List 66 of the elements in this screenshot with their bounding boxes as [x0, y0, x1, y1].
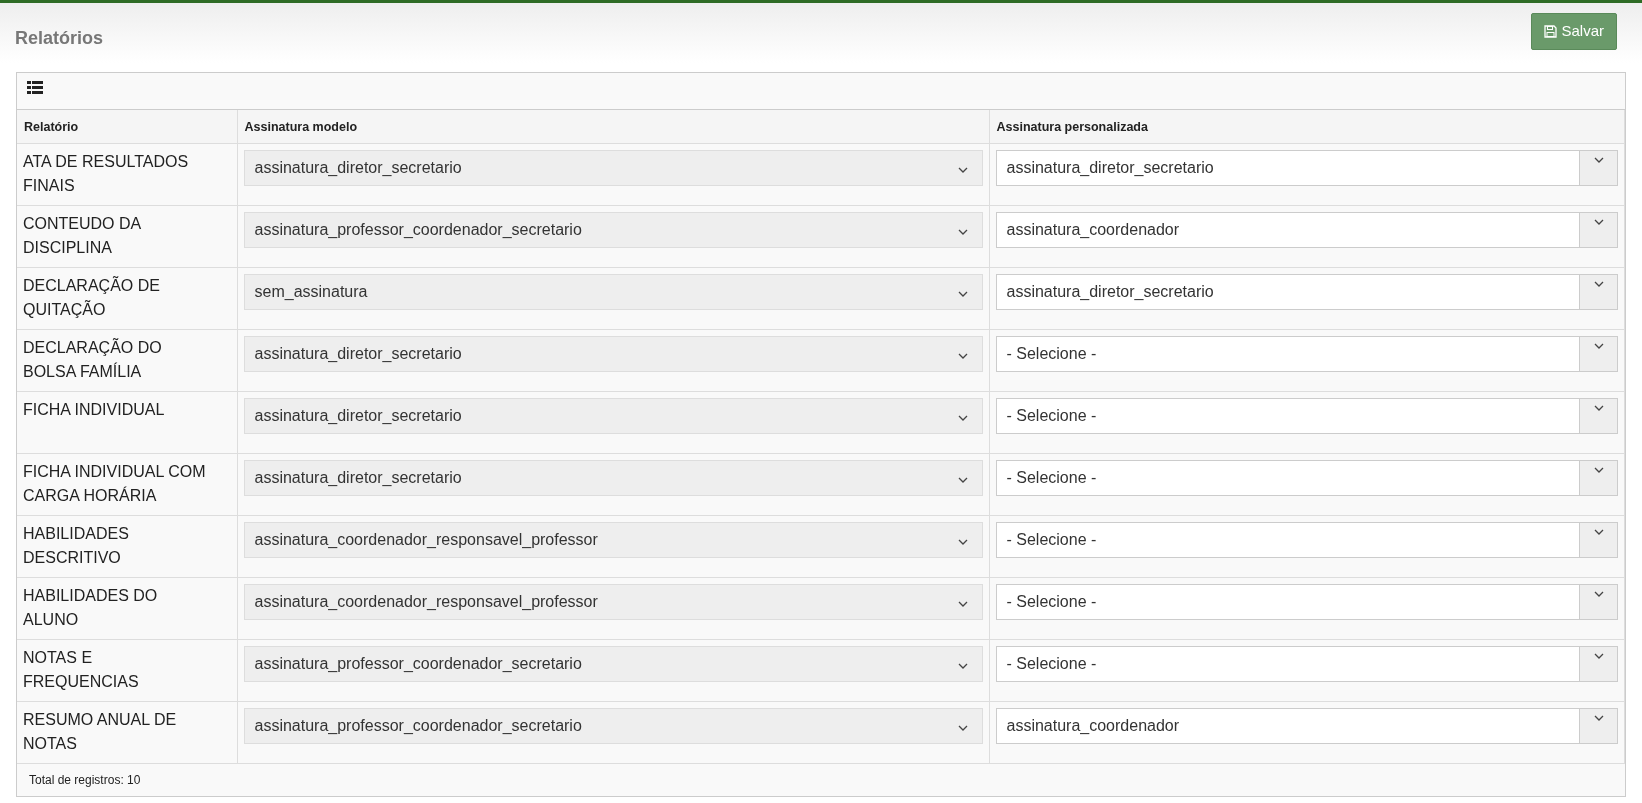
custom-signature-select[interactable]: assinatura_diretor_secretario — [995, 273, 1618, 310]
record-count: Total de registros: 10 — [28, 771, 142, 789]
list-icon — [27, 81, 43, 95]
dropdown-button[interactable] — [1579, 522, 1617, 557]
caret-icon — [957, 538, 968, 545]
caret-icon — [1593, 404, 1604, 411]
template-signature-select[interactable]: assinatura_diretor_secretario — [243, 459, 983, 496]
custom-signature-select[interactable]: - Selecione - — [995, 459, 1618, 496]
report-name: FICHA INDIVIDUAL — [17, 391, 237, 454]
template-signature-select[interactable]: assinatura_diretor_secretario — [243, 149, 983, 186]
template-signature-select[interactable]: sem_assinatura — [243, 273, 983, 310]
caret-icon — [957, 662, 968, 669]
dropdown-button[interactable] — [1579, 336, 1617, 371]
page-title: Relatórios — [15, 27, 104, 50]
caret-icon — [957, 290, 968, 297]
template-signature-select[interactable]: assinatura_diretor_secretario — [243, 397, 983, 434]
caret-icon — [957, 600, 968, 607]
custom-signature-select[interactable]: assinatura_diretor_secretario — [995, 149, 1618, 186]
custom-signature-select[interactable]: - Selecione - — [995, 397, 1618, 434]
dropdown-button[interactable] — [1579, 584, 1617, 619]
dropdown-button[interactable] — [1579, 150, 1617, 185]
custom-signature-select[interactable]: - Selecione - — [995, 583, 1618, 620]
template-signature-select[interactable]: assinatura_professor_coordenador_secretario — [243, 645, 983, 682]
caret-icon — [1593, 218, 1604, 225]
column-header: Relatório — [17, 110, 237, 144]
column-header: Assinatura personalizada — [989, 110, 1625, 144]
report-name: HABILIDADES DO ALUNO — [17, 577, 237, 640]
report-name: DECLARAÇÃO DO BOLSA FAMÍLIA — [17, 329, 237, 392]
report-name: HABILIDADES DESCRITIVO — [17, 515, 237, 578]
report-name: FICHA INDIVIDUAL COM CARGA HORÁRIA — [17, 453, 237, 516]
template-signature-select[interactable]: assinatura_diretor_secretario — [243, 335, 983, 372]
caret-icon — [1593, 652, 1604, 659]
report-name: NOTAS E FREQUENCIAS — [17, 639, 237, 702]
dropdown-button[interactable] — [1579, 708, 1617, 743]
caret-icon — [957, 352, 968, 359]
report-name: CONTEUDO DA DISCIPLINA — [17, 205, 237, 268]
caret-icon — [957, 724, 968, 731]
template-signature-select[interactable]: assinatura_coordenador_responsavel_professor — [243, 521, 983, 558]
caret-icon — [1593, 528, 1604, 535]
caret-icon — [1593, 714, 1604, 721]
caret-icon — [1593, 342, 1604, 349]
template-signature-select[interactable]: assinatura_professor_coordenador_secretario — [243, 211, 983, 248]
custom-signature-select[interactable]: - Selecione - — [995, 645, 1618, 682]
report-name: ATA DE RESULTADOS FINAIS — [17, 143, 237, 206]
dropdown-button[interactable] — [1579, 460, 1617, 495]
template-signature-select[interactable]: assinatura_coordenador_responsavel_professor — [243, 583, 983, 620]
caret-icon — [1593, 590, 1604, 597]
dropdown-button[interactable] — [1579, 398, 1617, 433]
custom-signature-select[interactable]: - Selecione - — [995, 521, 1618, 558]
column-header: Assinatura modelo — [237, 110, 989, 144]
custom-signature-select[interactable]: assinatura_coordenador — [995, 707, 1618, 744]
dropdown-button[interactable] — [1579, 212, 1617, 247]
report-name: DECLARAÇÃO DE QUITAÇÃO — [17, 267, 237, 330]
custom-signature-select[interactable]: - Selecione - — [995, 335, 1618, 372]
dropdown-button[interactable] — [1579, 646, 1617, 681]
caret-icon — [957, 166, 968, 173]
custom-signature-select[interactable]: assinatura_coordenador — [995, 211, 1618, 248]
caret-icon — [1593, 466, 1604, 473]
caret-icon — [957, 476, 968, 483]
report-name: RESUMO ANUAL DE NOTAS — [17, 701, 237, 764]
caret-icon — [957, 228, 968, 235]
caret-icon — [1593, 280, 1604, 287]
template-signature-select[interactable]: assinatura_professor_coordenador_secretario — [243, 707, 983, 744]
caret-icon — [1593, 156, 1604, 163]
dropdown-button[interactable] — [1579, 274, 1617, 309]
caret-icon — [957, 414, 968, 421]
